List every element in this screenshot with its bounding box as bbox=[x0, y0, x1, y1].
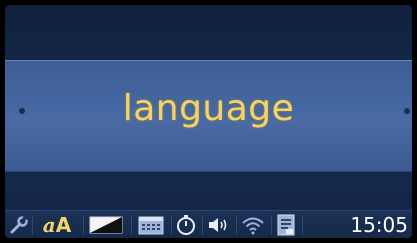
font-size-big-label: A bbox=[55, 213, 72, 237]
wrench-icon[interactable] bbox=[8, 214, 30, 236]
menu-item-label: language bbox=[122, 88, 295, 129]
menu-item-language[interactable]: language bbox=[5, 60, 412, 172]
font-size-small-label: a bbox=[42, 213, 56, 237]
speaker-icon[interactable] bbox=[205, 214, 233, 236]
font-size-icon[interactable]: aA bbox=[35, 214, 79, 236]
clock: 15:05 bbox=[350, 213, 408, 237]
calendar-icon[interactable] bbox=[134, 214, 168, 236]
brightness-icon[interactable] bbox=[86, 214, 126, 236]
timer-icon[interactable] bbox=[173, 214, 199, 236]
notes-icon[interactable] bbox=[273, 214, 299, 236]
wifi-icon[interactable] bbox=[238, 214, 268, 236]
status-bar: aA 15:05 bbox=[5, 210, 412, 238]
screen: language aA 15:05 bbox=[5, 5, 412, 238]
